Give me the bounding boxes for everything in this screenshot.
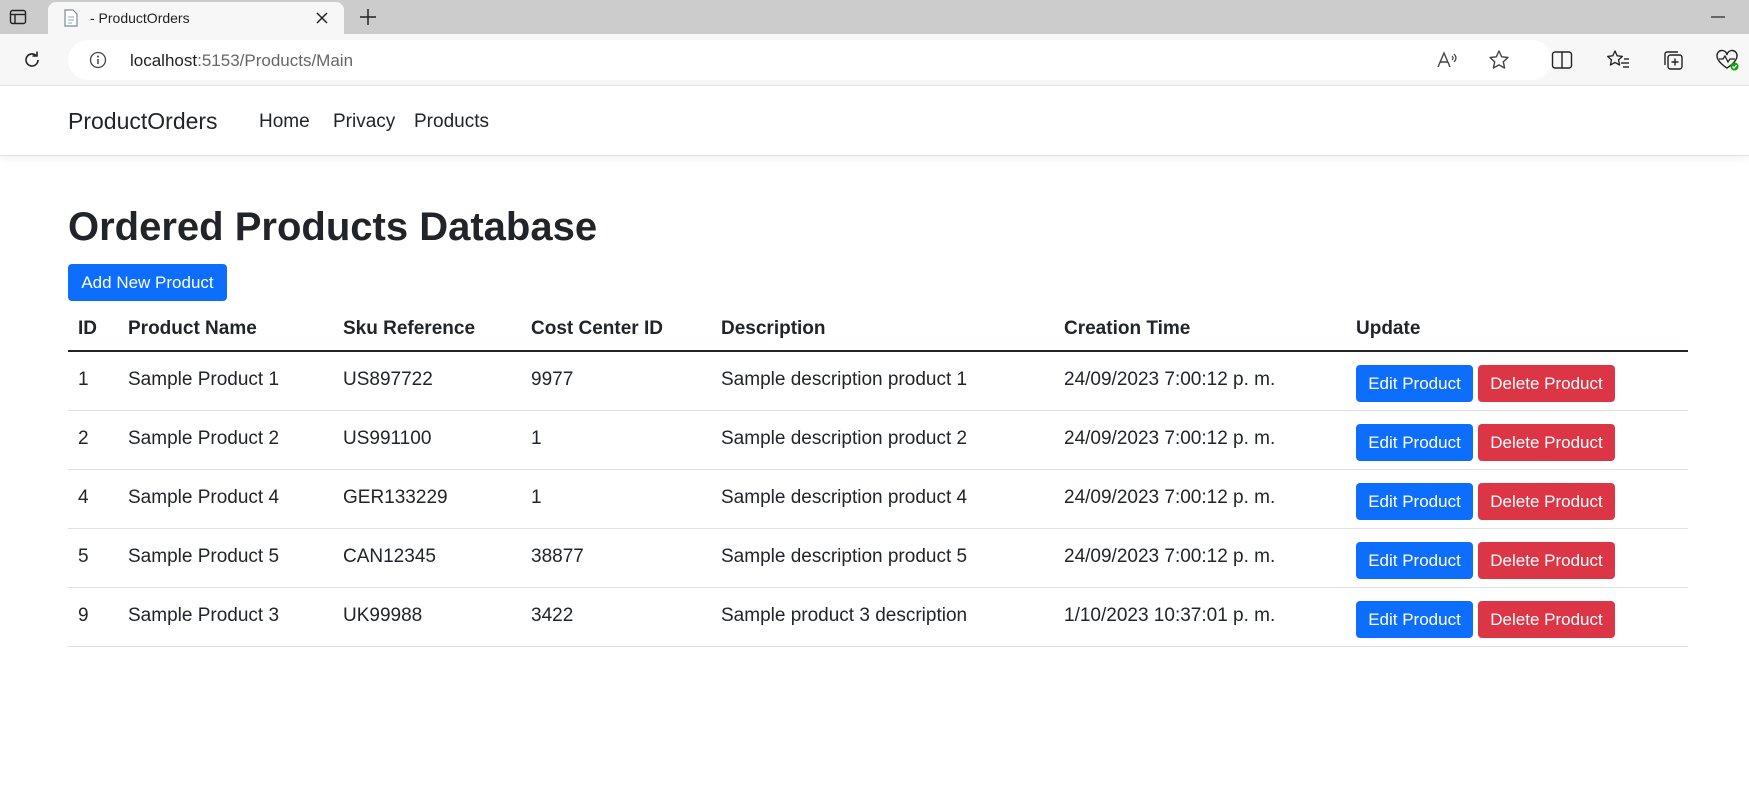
url-path: :5153/Products/Main [197, 51, 354, 70]
collections-icon[interactable] [1657, 44, 1689, 76]
column-header: Description [721, 318, 826, 339]
cell-description: Sample product 3 description [721, 605, 968, 626]
cell-sku: CAN12345 [343, 546, 436, 567]
table-row: 1 Sample Product 1 US897722 9977 Sample … [68, 352, 1688, 411]
column-header: ID [78, 318, 97, 339]
tab-actions-icon[interactable] [4, 3, 32, 31]
browser-essentials-icon[interactable] [1711, 44, 1743, 76]
url-host: localhost [130, 51, 198, 70]
cell-cost-center: 9977 [531, 369, 574, 390]
table-row: 2 Sample Product 2 US991100 1 Sample des… [68, 411, 1688, 470]
cell-id: 9 [78, 605, 89, 626]
tab-title: - ProductOrders [90, 10, 190, 26]
cell-creation-time: 24/09/2023 7:00:12 p. m. [1064, 369, 1276, 390]
cell-cost-center: 38877 [531, 546, 584, 567]
cell-creation-time: 24/09/2023 7:00:12 p. m. [1064, 546, 1276, 567]
table-row: 9 Sample Product 3 UK99988 3422 Sample p… [68, 588, 1688, 647]
cell-product-name: Sample Product 3 [128, 605, 280, 626]
cell-cost-center: 1 [531, 428, 542, 449]
site-brand[interactable]: ProductOrders [68, 108, 218, 135]
favorites-icon[interactable] [1602, 44, 1634, 76]
close-icon[interactable] [308, 4, 336, 32]
cell-sku: US991100 [343, 428, 432, 449]
browser-toolbar: localhost:5153/Products/Main [0, 34, 1749, 86]
cell-product-name: Sample Product 2 [128, 428, 280, 449]
delete-product-button[interactable]: Delete Product [1478, 365, 1615, 402]
add-product-button[interactable]: Add New Product [68, 264, 227, 301]
page-title: Ordered Products Database [68, 205, 598, 249]
cell-id: 4 [78, 487, 89, 508]
read-aloud-icon[interactable] [1434, 48, 1460, 72]
column-header: Cost Center ID [531, 318, 663, 339]
cell-cost-center: 3422 [531, 605, 574, 626]
cell-product-name: Sample Product 5 [128, 546, 280, 567]
nav-privacy[interactable]: Privacy [333, 111, 395, 133]
table-row: 5 Sample Product 5 CAN12345 38877 Sample… [68, 529, 1688, 588]
cell-id: 1 [78, 369, 89, 390]
delete-product-button[interactable]: Delete Product [1478, 542, 1615, 579]
cell-sku: US897722 [343, 369, 433, 390]
favorite-star-icon[interactable] [1486, 48, 1512, 72]
reload-icon[interactable] [16, 44, 48, 76]
plus-icon[interactable] [354, 3, 382, 31]
cell-creation-time: 24/09/2023 7:00:12 p. m. [1064, 428, 1276, 449]
table-row: 4 Sample Product 4 GER133229 1 Sample de… [68, 470, 1688, 529]
cell-id: 5 [78, 546, 89, 567]
cell-description: Sample description product 5 [721, 546, 968, 567]
cell-sku: UK99988 [343, 605, 423, 626]
cell-creation-time: 24/09/2023 7:00:12 p. m. [1064, 487, 1276, 508]
cell-description: Sample description product 4 [721, 487, 968, 508]
browser-tab-active[interactable]: - ProductOrders [48, 2, 344, 34]
edit-product-button[interactable]: Edit Product [1356, 542, 1473, 579]
table-header-row: ID Product Name Sku Reference Cost Cente… [68, 310, 1688, 352]
column-header: Sku Reference [343, 318, 476, 339]
cell-product-name: Sample Product 4 [128, 487, 280, 508]
browser-tab-strip: - ProductOrders [0, 0, 1749, 34]
cell-product-name: Sample Product 1 [128, 369, 280, 390]
edit-product-button[interactable]: Edit Product [1356, 601, 1473, 638]
delete-product-button[interactable]: Delete Product [1478, 424, 1615, 461]
column-header: Product Name [128, 318, 257, 339]
address-bar[interactable]: localhost:5153/Products/Main [68, 40, 1552, 80]
nav-home[interactable]: Home [259, 111, 310, 133]
address-url[interactable]: localhost:5153/Products/Main [130, 51, 353, 71]
cell-description: Sample description product 2 [721, 428, 968, 449]
info-icon[interactable] [88, 50, 108, 70]
cell-creation-time: 1/10/2023 10:37:01 p. m. [1064, 605, 1276, 626]
nav-products[interactable]: Products [414, 111, 489, 133]
page-favicon-icon [62, 9, 80, 27]
cell-sku: GER133229 [343, 487, 448, 508]
split-screen-icon[interactable] [1546, 44, 1578, 76]
cell-cost-center: 1 [531, 487, 542, 508]
cell-description: Sample description product 1 [721, 369, 968, 390]
column-header: Update [1356, 318, 1421, 339]
site-navbar: ProductOrders Home Privacy Products [0, 86, 1749, 156]
minimize-icon[interactable] [1700, 3, 1736, 31]
column-header: Creation Time [1064, 318, 1191, 339]
edit-product-button[interactable]: Edit Product [1356, 424, 1473, 461]
cell-id: 2 [78, 428, 89, 449]
edit-product-button[interactable]: Edit Product [1356, 483, 1473, 520]
delete-product-button[interactable]: Delete Product [1478, 601, 1615, 638]
delete-product-button[interactable]: Delete Product [1478, 483, 1615, 520]
edit-product-button[interactable]: Edit Product [1356, 365, 1473, 402]
